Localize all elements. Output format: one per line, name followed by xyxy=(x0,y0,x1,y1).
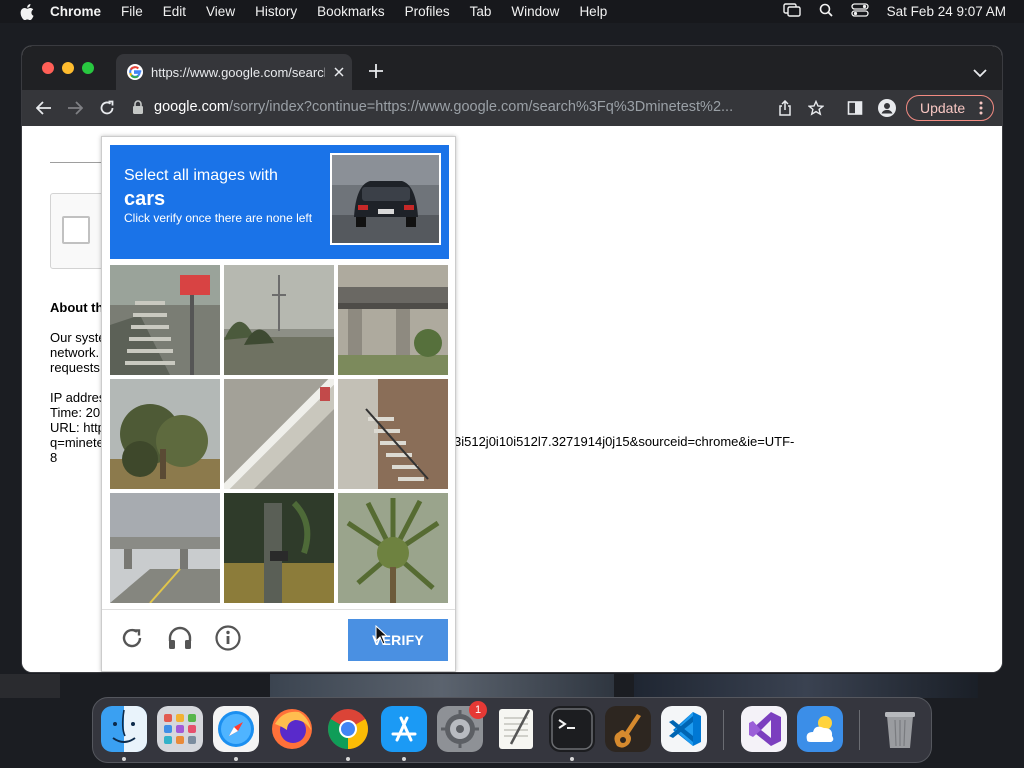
footer-divider xyxy=(102,609,455,610)
address-bar[interactable]: google.com/sorry/index?continue=https://… xyxy=(132,93,768,121)
sample-car-image xyxy=(330,153,441,245)
dock-running-indicator xyxy=(234,757,238,761)
textedit-icon[interactable] xyxy=(493,706,539,752)
tab-search-chevron-icon[interactable] xyxy=(973,65,987,78)
dock xyxy=(92,697,932,763)
challenge-hint: Click verify once there are none left xyxy=(124,211,313,225)
share-icon[interactable] xyxy=(776,99,794,117)
image-tile-tree[interactable] xyxy=(110,379,220,489)
dock-running-indicator xyxy=(122,757,126,761)
zoom-window-button[interactable] xyxy=(82,62,94,74)
challenge-target: cars xyxy=(124,188,166,210)
reload-challenge-icon[interactable] xyxy=(119,625,145,651)
desktop-wallpaper-left xyxy=(0,674,60,698)
url-line-tail: 3i512j0i10i512l7.3271914j0j15&sourceid=c… xyxy=(454,434,795,449)
trash-icon[interactable] xyxy=(877,706,923,752)
close-window-button[interactable] xyxy=(42,62,54,74)
reload-icon[interactable] xyxy=(98,99,116,117)
mouse-pointer-icon xyxy=(375,624,389,645)
bookmark-star-icon[interactable] xyxy=(807,99,825,117)
audio-challenge-headphones-icon[interactable] xyxy=(167,625,193,651)
launchpad-icon[interactable] xyxy=(157,706,203,752)
finder-icon[interactable] xyxy=(101,706,147,752)
new-tab-plus-icon[interactable] xyxy=(368,63,384,79)
back-arrow-icon[interactable] xyxy=(35,99,53,117)
desktop-wallpaper-center xyxy=(270,674,614,698)
dock-separator xyxy=(723,710,724,750)
menu-window[interactable]: Window xyxy=(511,4,559,19)
garageband-icon[interactable] xyxy=(605,706,651,752)
image-tile-palm-tree[interactable] xyxy=(338,493,448,603)
challenge-instruction: Select all images with xyxy=(124,167,278,184)
notification-badge: 1 xyxy=(469,701,487,719)
menu-file[interactable]: File xyxy=(121,4,143,19)
challenge-header: Select all images with cars Click verify… xyxy=(110,145,449,259)
weather-icon[interactable] xyxy=(797,706,843,752)
help-info-icon[interactable] xyxy=(215,625,241,651)
minimize-window-button[interactable] xyxy=(62,62,74,74)
dock-running-indicator xyxy=(402,757,406,761)
dock-running-indicator xyxy=(570,757,574,761)
screen-mirroring-icon[interactable] xyxy=(782,3,801,20)
image-tile-overpass[interactable] xyxy=(338,265,448,375)
image-tile-bridge-trees[interactable] xyxy=(224,265,334,375)
dock-separator xyxy=(859,710,860,750)
apple-icon[interactable] xyxy=(18,3,36,21)
terminal-icon[interactable] xyxy=(549,706,595,752)
browser-tab-active[interactable]: https://www.google.com/search?q=minetest xyxy=(116,54,352,90)
browser-toolbar: google.com/sorry/index?continue=https://… xyxy=(22,90,1002,126)
image-tile-stairs[interactable] xyxy=(110,265,220,375)
visual-studio-icon[interactable] xyxy=(741,706,787,752)
google-favicon-icon xyxy=(127,64,143,80)
image-grid xyxy=(110,265,449,604)
menu-bookmarks[interactable]: Bookmarks xyxy=(317,4,385,19)
recaptcha-challenge: Select all images with cars Click verify… xyxy=(101,136,456,672)
menu-clock[interactable]: Sat Feb 24 9:07 AM xyxy=(887,4,1006,19)
lock-icon[interactable] xyxy=(132,100,144,114)
update-label: Update xyxy=(920,100,966,116)
profile-avatar-icon[interactable] xyxy=(878,99,896,117)
image-tile-stairs-wall[interactable] xyxy=(224,379,334,489)
control-center-icon[interactable] xyxy=(851,3,869,20)
image-tile-highway-bridge[interactable] xyxy=(110,493,220,603)
spotlight-search-icon[interactable] xyxy=(819,3,833,20)
update-button[interactable]: Update xyxy=(906,95,994,121)
vscode-icon[interactable] xyxy=(661,706,707,752)
not-a-robot-checkbox[interactable] xyxy=(62,216,90,244)
tab-close-icon[interactable] xyxy=(331,64,347,80)
menu-view[interactable]: View xyxy=(206,4,235,19)
app-store-icon[interactable] xyxy=(381,706,427,752)
desktop-wallpaper-right xyxy=(634,674,978,698)
menu-edit[interactable]: Edit xyxy=(163,4,186,19)
menu-profiles[interactable]: Profiles xyxy=(405,4,450,19)
chrome-icon[interactable] xyxy=(325,706,371,752)
side-panel-icon[interactable] xyxy=(846,99,864,117)
forward-arrow-icon[interactable] xyxy=(66,99,84,117)
menu-help[interactable]: Help xyxy=(579,4,607,19)
menu-tab[interactable]: Tab xyxy=(470,4,492,19)
firefox-icon[interactable] xyxy=(269,706,315,752)
more-menu-dots-icon[interactable] xyxy=(979,101,983,115)
safari-icon[interactable] xyxy=(213,706,259,752)
url-text[interactable]: google.com/sorry/index?continue=https://… xyxy=(154,99,733,115)
dock-running-indicator xyxy=(346,757,350,761)
url-path: /sorry/index?continue=https://www.google… xyxy=(228,99,734,115)
image-tile-palm-dark[interactable] xyxy=(224,493,334,603)
about-heading: About th xyxy=(50,300,104,315)
menu-app-chrome[interactable]: Chrome xyxy=(50,4,101,19)
tab-title: https://www.google.com/search?q=minetest xyxy=(151,64,325,80)
tab-strip: https://www.google.com/search?q=minetest xyxy=(22,46,1002,90)
url-line-last: 8 xyxy=(50,450,58,465)
verify-button[interactable]: VERIFY xyxy=(348,619,448,661)
image-tile-stairs-building[interactable] xyxy=(338,379,448,489)
menu-bar: Chrome File Edit View History Bookmarks … xyxy=(0,0,1024,23)
menu-history[interactable]: History xyxy=(255,4,297,19)
url-host: google.com xyxy=(154,99,229,115)
